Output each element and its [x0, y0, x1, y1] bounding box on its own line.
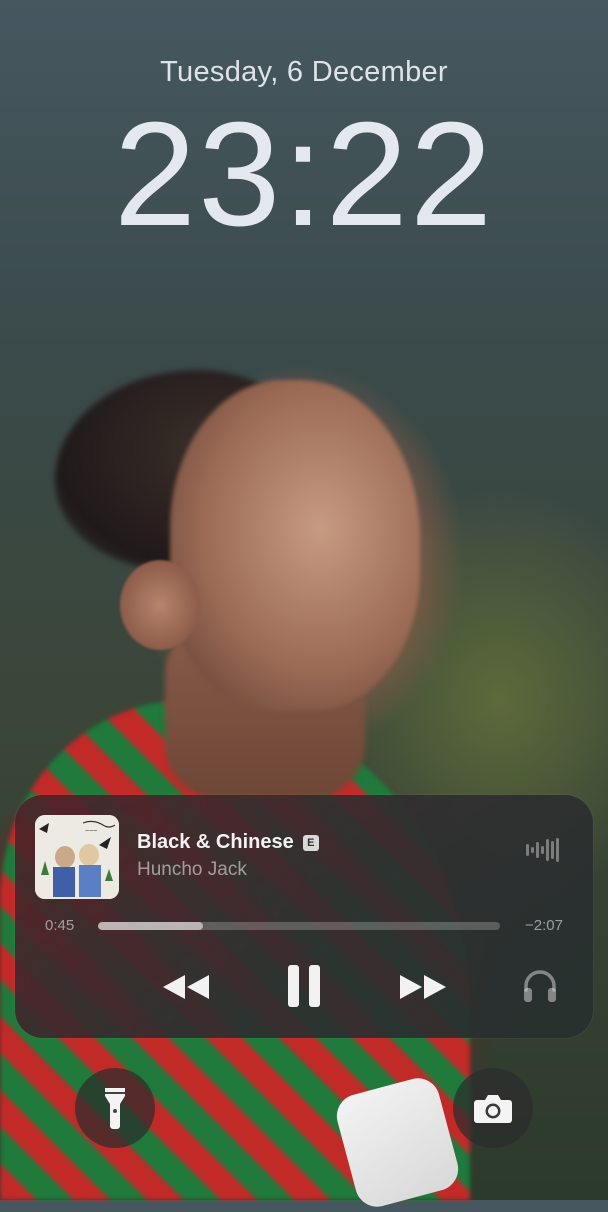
- wallpaper-ear: [120, 560, 200, 650]
- progress-fill: [98, 922, 203, 930]
- track-artist: Huncho Jack: [137, 859, 247, 880]
- waveform-icon[interactable]: [526, 837, 560, 863]
- camera-icon: [474, 1095, 512, 1123]
- explicit-badge: E: [302, 834, 319, 851]
- rewind-icon: [163, 975, 209, 999]
- flashlight-icon: [105, 1088, 125, 1129]
- track-title: Black & Chinese: [137, 831, 294, 853]
- pause-icon: [288, 965, 320, 1007]
- progress-scrubber[interactable]: [98, 922, 500, 930]
- remaining-time: −2:07: [525, 917, 563, 934]
- svg-text:~~~: ~~~: [85, 828, 97, 835]
- elapsed-time: 0:45: [45, 917, 75, 934]
- fast-forward-button[interactable]: [395, 970, 451, 1004]
- wallpaper-face: [170, 380, 420, 710]
- lockscreen-date: Tuesday, 6 December: [160, 56, 448, 88]
- airpods-headphones-icon: [524, 970, 556, 1002]
- camera-button[interactable]: [453, 1068, 533, 1148]
- now-playing-widget[interactable]: ~~~ Black & Chinese E Huncho Jack 0:45 −…: [15, 795, 593, 1038]
- pause-button[interactable]: [281, 962, 327, 1010]
- lockscreen-time: 23:22: [113, 92, 495, 257]
- album-art[interactable]: ~~~: [35, 815, 119, 899]
- fast-forward-icon: [400, 975, 446, 999]
- flashlight-button[interactable]: [75, 1068, 155, 1148]
- audio-output-button[interactable]: [517, 965, 563, 1007]
- rewind-button[interactable]: [158, 970, 214, 1004]
